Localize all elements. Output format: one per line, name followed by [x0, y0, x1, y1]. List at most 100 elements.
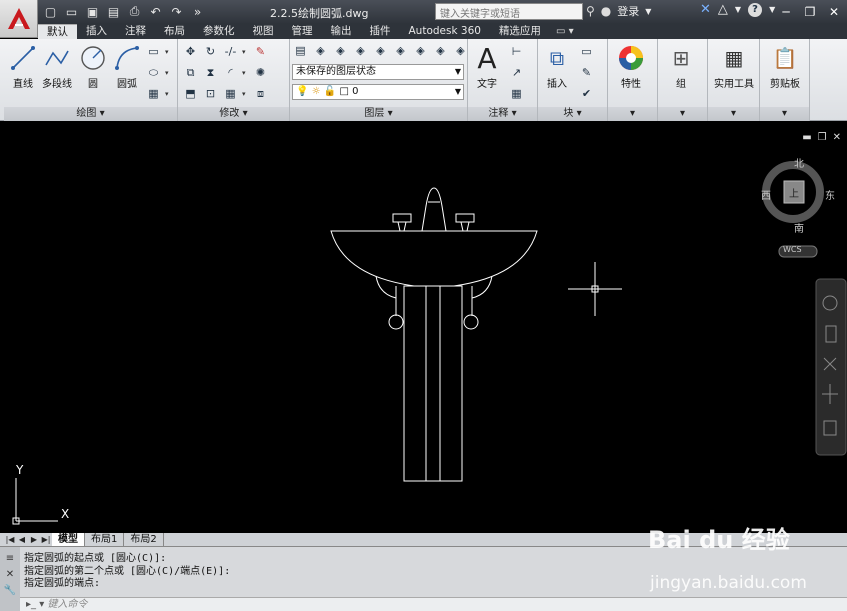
polyline-button[interactable]: 多段线 [38, 41, 76, 90]
arc-button[interactable]: 圆弧 [110, 41, 144, 90]
drawing-canvas[interactable]: ▬ ❐ ✕ 北 南 西 东 上 WCS Y X [4, 126, 847, 533]
properties-button[interactable]: 特性 [614, 41, 648, 90]
close-icon[interactable]: ✕ [823, 2, 845, 21]
tab-default[interactable]: 默认 [38, 24, 77, 39]
qat-more-icon[interactable]: » [189, 3, 206, 20]
draw-panel-title[interactable]: 绘图 ▾ [4, 107, 177, 121]
offset-icon[interactable]: ⧈ [252, 85, 269, 102]
tab-featured-apps[interactable]: 精选应用 [490, 24, 550, 39]
layers-panel-title[interactable]: 图层 ▾ [290, 107, 467, 121]
search-input[interactable]: 键入关键字或短语 [435, 3, 583, 20]
clipboard-panel-title[interactable]: ▾ [760, 107, 809, 121]
stretch-icon[interactable]: ⬒ [182, 85, 199, 102]
a360-icon[interactable]: △ [718, 2, 728, 17]
tab-output[interactable]: 输出 [322, 24, 361, 39]
layer-off-icon[interactable]: ◈ [352, 42, 369, 59]
layout-first-icon[interactable]: |◀ [4, 535, 16, 544]
print-icon[interactable]: ⎙ [126, 3, 143, 20]
circle-button[interactable]: 圆 [76, 41, 110, 90]
save-as-icon[interactable]: ▤ [105, 3, 122, 20]
groups-panel-title[interactable]: ▾ [658, 107, 707, 121]
array-dropdown-icon[interactable]: ▾ [242, 85, 249, 102]
tab-autodesk360[interactable]: Autodesk 360 [400, 24, 490, 39]
command-prompt-icon[interactable]: ▸_ ▾ [26, 599, 44, 610]
layer-properties-icon[interactable]: ▤ [292, 42, 309, 59]
insert-button[interactable]: ⧉ 插入 [540, 41, 574, 90]
viewcube-west[interactable]: 西 [761, 187, 771, 202]
tab-view[interactable]: 视图 [244, 24, 283, 39]
tab-manage[interactable]: 管理 [283, 24, 322, 39]
save-icon[interactable]: ▣ [84, 3, 101, 20]
explode-icon[interactable]: ✺ [252, 64, 269, 81]
layer-state-select[interactable]: 未保存的图层状态 ▼ [292, 64, 464, 80]
hatch-icon[interactable]: ▦ [145, 85, 162, 102]
more-dropdown-icon[interactable]: ▼ [735, 5, 741, 14]
viewcube[interactable] [762, 161, 824, 258]
layer-lock-icon[interactable]: ◈ [392, 42, 409, 59]
edit-attributes-icon[interactable]: ✔ [578, 85, 595, 102]
scale-icon[interactable]: ⊡ [202, 85, 219, 102]
mirror-icon[interactable]: ⧗ [202, 64, 219, 81]
block-panel-title[interactable]: 块 ▾ [538, 107, 607, 121]
rectangle-dropdown-icon[interactable]: ▾ [165, 43, 172, 60]
layer-select[interactable]: 💡 ☼ 🔓 □ 0 ▼ [292, 84, 464, 100]
layer-copy-icon[interactable]: ◈ [452, 42, 469, 59]
ellipse-icon[interactable]: ⬭ [145, 64, 162, 81]
erase-icon[interactable]: ✎ [252, 43, 269, 60]
command-grip-icon[interactable]: ≡ [6, 553, 14, 564]
viewcube-south[interactable]: 南 [794, 220, 804, 235]
viewcube-top-face[interactable]: 上 [789, 185, 799, 200]
properties-panel-title[interactable]: ▾ [608, 107, 657, 121]
wcs-menu[interactable]: WCS [783, 245, 802, 254]
hatch-dropdown-icon[interactable]: ▾ [165, 85, 172, 102]
create-block-icon[interactable]: ▭ [578, 43, 595, 60]
annotation-panel-title[interactable]: 注释 ▾ [468, 107, 537, 121]
layout-prev-icon[interactable]: ◀ [16, 535, 28, 544]
layer-iso-icon[interactable]: ◈ [332, 42, 349, 59]
undo-icon[interactable]: ↶ [147, 3, 164, 20]
layer-match-icon[interactable]: ◈ [412, 42, 429, 59]
move-icon[interactable]: ✥ [182, 43, 199, 60]
signin-label[interactable]: 登录 [617, 3, 639, 19]
group-button[interactable]: ⊞ 组 [664, 41, 698, 90]
tab-options-icon[interactable]: ▭ ▾ [550, 24, 580, 39]
text-button[interactable]: A 文字 [470, 41, 504, 91]
array-icon[interactable]: ▦ [222, 85, 239, 102]
minimize-icon[interactable]: ─ [775, 2, 797, 21]
viewcube-north[interactable]: 北 [794, 155, 804, 170]
binoculars-icon[interactable]: ⚲ [586, 4, 595, 18]
tab-layout1[interactable]: 布局1 [85, 533, 125, 546]
signin-dropdown-icon[interactable]: ▼ [645, 7, 651, 16]
modify-panel-title[interactable]: 修改 ▾ [178, 107, 289, 121]
layout-last-icon[interactable]: ▶| [40, 535, 52, 544]
command-input[interactable]: ▸_ ▾ 键入命令 [20, 597, 847, 611]
layout-next-icon[interactable]: ▶ [28, 535, 40, 544]
copy-icon[interactable]: ⧉ [182, 64, 199, 81]
tab-annotate[interactable]: 注释 [116, 24, 155, 39]
line-button[interactable]: 直线 [6, 41, 40, 90]
ellipse-dropdown-icon[interactable]: ▾ [165, 64, 172, 81]
tab-parametric[interactable]: 参数化 [194, 24, 244, 39]
app-menu-button[interactable] [0, 0, 38, 38]
help-icon[interactable]: ? [748, 2, 763, 17]
redo-icon[interactable]: ↷ [168, 3, 185, 20]
tab-insert[interactable]: 插入 [77, 24, 116, 39]
rotate-icon[interactable]: ↻ [202, 43, 219, 60]
fillet-dropdown-icon[interactable]: ▾ [242, 64, 249, 81]
dimension-icon[interactable]: ⊢ [508, 43, 525, 60]
trim-dropdown-icon[interactable]: ▾ [242, 43, 249, 60]
leader-icon[interactable]: ↗ [508, 64, 525, 81]
command-settings-icon[interactable]: 🔧 [4, 585, 16, 596]
new-icon[interactable]: ▢ [42, 3, 59, 20]
layer-current-icon[interactable]: ◈ [432, 42, 449, 59]
exchange-icon[interactable]: ✕ [700, 2, 711, 17]
viewcube-east[interactable]: 东 [825, 187, 835, 202]
command-close-icon[interactable]: ✕ [6, 569, 14, 580]
utilities-button[interactable]: ▦ 实用工具 [708, 41, 760, 90]
navigation-bar[interactable] [815, 278, 847, 456]
utilities-panel-title[interactable]: ▾ [708, 107, 759, 121]
tab-layout[interactable]: 布局 [155, 24, 194, 39]
table-icon[interactable]: ▦ [508, 85, 525, 102]
clipboard-button[interactable]: 📋 剪贴板 [764, 41, 806, 90]
tab-layout2[interactable]: 布局2 [124, 533, 164, 546]
